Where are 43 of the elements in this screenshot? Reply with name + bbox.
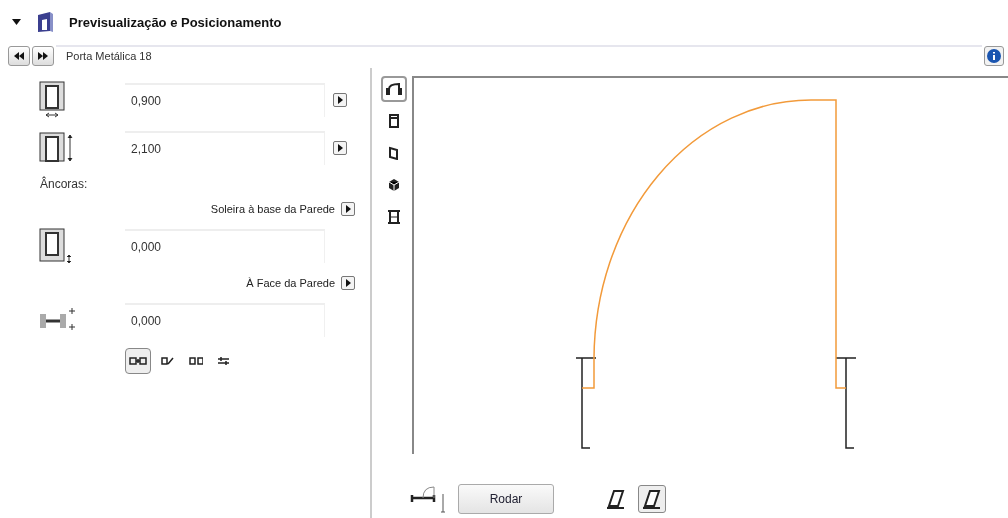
door-section-icon: [387, 210, 401, 224]
play-icon: [337, 96, 343, 104]
dimension-field[interactable]: 2,100: [125, 131, 325, 165]
dropdown-arrow-button[interactable]: [341, 276, 355, 290]
view-mode-button[interactable]: [381, 76, 407, 102]
next-button[interactable]: [32, 46, 54, 66]
play-icon: [345, 205, 351, 213]
anchors-label: Âncoras:: [39, 175, 89, 193]
play-icon: [337, 144, 343, 152]
collapse-caret-icon[interactable]: [12, 19, 21, 25]
alignment-icon: [189, 355, 203, 367]
door-front-icon: [389, 114, 399, 128]
door-plan-icon: [386, 82, 402, 96]
cube-icon: [388, 178, 400, 192]
rotate-button[interactable]: Rodar: [458, 484, 554, 514]
object-name: Porta Metálica 18: [56, 45, 982, 67]
info-button[interactable]: [984, 46, 1004, 66]
alignment-icon: [129, 355, 147, 367]
anchor-option: Soleira à base da Parede: [210, 203, 335, 215]
opening-side-button[interactable]: [638, 485, 666, 513]
section-title: Previsualização e Posicionamento: [69, 14, 282, 30]
door-side-icon: [389, 146, 399, 160]
door-icon: [35, 11, 55, 33]
dropdown-arrow-button[interactable]: [333, 141, 347, 155]
door-leaf-icon: [642, 489, 662, 509]
previous-button[interactable]: [8, 46, 30, 66]
play-icon: [345, 279, 351, 287]
alignment-icon: [217, 355, 231, 367]
dimension-field[interactable]: 0,900: [125, 83, 325, 117]
offset-field[interactable]: 0,000: [125, 229, 325, 263]
door-sill-icon: [38, 227, 74, 265]
offset-field[interactable]: 0,000: [125, 303, 325, 337]
door-width-icon: [38, 81, 68, 119]
info-icon: [987, 49, 1001, 63]
dropdown-arrow-button[interactable]: [341, 202, 355, 216]
door-leaf-icon: [606, 489, 626, 509]
rewind-icon: [13, 52, 25, 60]
anchor-option: À Face da Parede: [246, 277, 335, 289]
fast-forward-icon: [37, 52, 49, 60]
alignment-button[interactable]: [125, 348, 151, 374]
door-height-icon: [38, 131, 74, 165]
dropdown-arrow-button[interactable]: [333, 93, 347, 107]
alignment-icon: [161, 355, 175, 367]
